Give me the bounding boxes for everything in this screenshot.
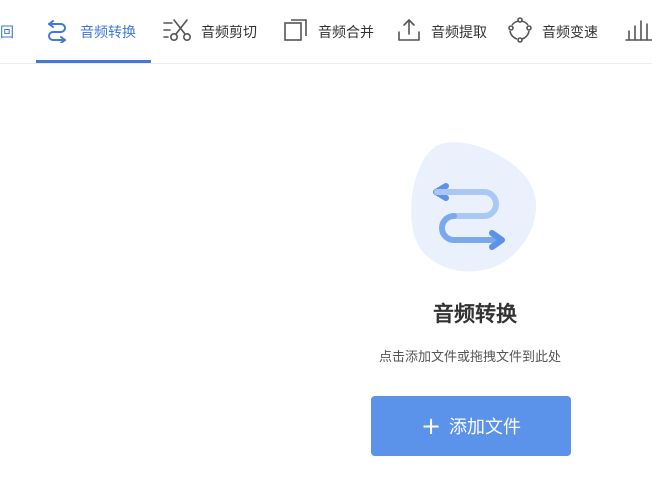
tab-label: 音频合并 [318,24,374,41]
tab-label: 音频剪切 [201,24,257,41]
tab-audio-extract[interactable]: 音频提取 [397,0,487,63]
tab-audio-more[interactable] [624,0,652,63]
speed-circle-icon [508,16,532,47]
hero-blob [411,142,537,272]
page-title: 音频转换 [433,302,517,326]
add-file-button[interactable]: + 添加文件 [371,396,571,456]
bar-chart-icon [624,17,652,47]
scissors-icon [163,17,191,47]
tab-audio-speed[interactable]: 音频变速 [508,0,598,63]
drop-hint: 点击添加文件或拖拽文件到此处 [378,350,561,365]
convert-hero-illustration[interactable] [408,140,540,276]
top-toolbar: 返回 音频转换 音频剪切 [0,0,652,64]
tab-audio-cut[interactable]: 音频剪切 [163,0,257,63]
tab-label: 音频提取 [431,24,487,41]
merge-icon [284,17,308,47]
add-file-label: 添加文件 [449,417,522,438]
tab-label: 音频变速 [542,24,598,41]
tab-audio-convert[interactable]: 音频转换 [44,0,136,63]
plus-icon: + [420,412,442,440]
tab-label: 音频转换 [80,24,136,41]
upload-extract-icon [397,17,421,47]
active-tab-indicator [36,60,151,63]
tab-audio-merge[interactable]: 音频合并 [284,0,374,63]
convert-arrows-icon [44,17,70,47]
back-link[interactable]: 返回 [0,22,14,42]
